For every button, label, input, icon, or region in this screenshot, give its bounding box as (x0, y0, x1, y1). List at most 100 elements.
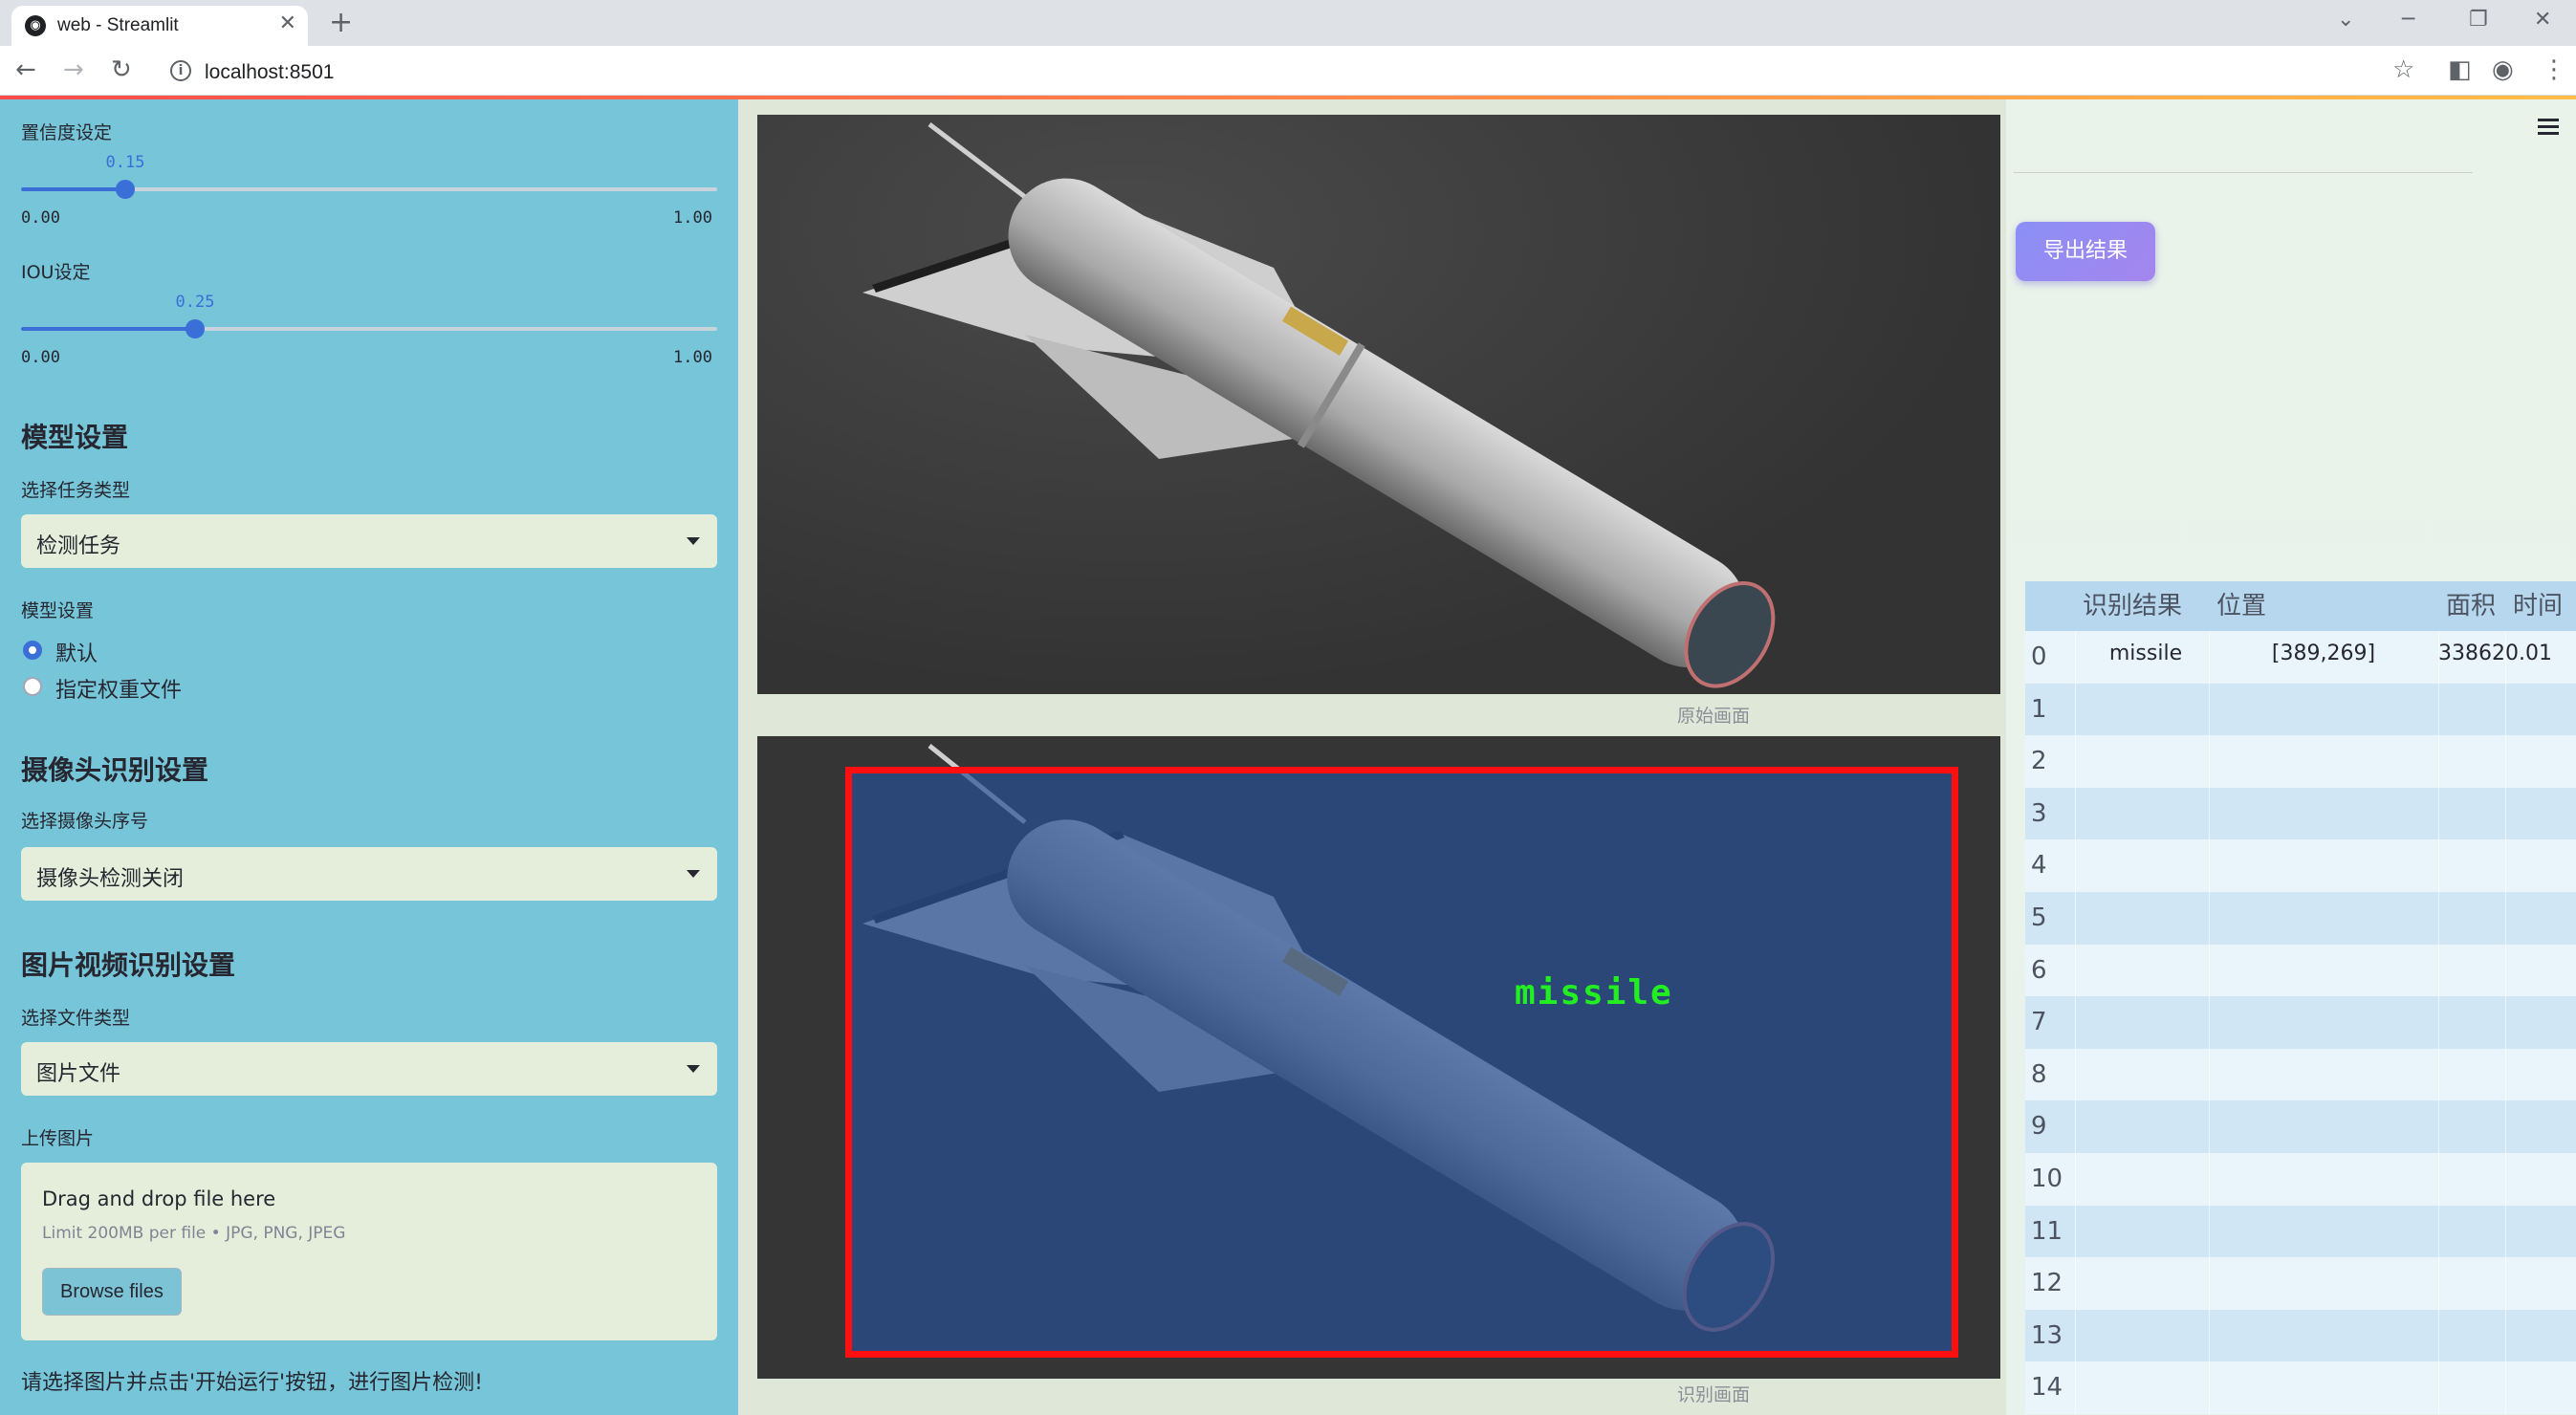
column-header[interactable]: 面积 (2438, 581, 2505, 631)
table-cell[interactable]: 0.01 (2505, 631, 2576, 677)
task-type-label: 选择任务类型 (21, 480, 131, 501)
column-separator (2209, 683, 2210, 736)
confidence-slider-thumb[interactable] (116, 180, 136, 199)
back-icon[interactable]: ← (15, 55, 36, 84)
iou-value: 0.25 (175, 293, 215, 312)
column-separator (2209, 735, 2210, 788)
column-separator (2075, 1309, 2076, 1362)
reload-icon[interactable]: ↻ (111, 55, 132, 84)
confidence-min: 0.00 (21, 208, 60, 228)
table-row[interactable]: 12 (2025, 1257, 2576, 1310)
iou-slider-thumb[interactable] (186, 319, 205, 338)
column-separator (2505, 944, 2506, 997)
address-bar[interactable]: i localhost:8501 (159, 54, 2368, 90)
table-row[interactable]: 10 (2025, 1153, 2576, 1206)
table-row[interactable]: 7 (2025, 996, 2576, 1049)
column-separator (2209, 996, 2210, 1049)
column-separator (2209, 1048, 2210, 1101)
table-row[interactable]: 13 (2025, 1309, 2576, 1362)
row-index: 2 (2031, 747, 2047, 776)
profile-avatar-icon[interactable]: ◉ (2492, 55, 2514, 84)
site-info-icon[interactable]: i (170, 60, 191, 81)
table-cell[interactable]: missile (2083, 631, 2209, 677)
column-separator (2505, 787, 2506, 840)
iou-slider[interactable] (21, 319, 717, 338)
column-separator (2505, 1100, 2506, 1153)
close-tab-icon[interactable]: ✕ (279, 11, 296, 35)
browser-tab[interactable]: ◉ web - Streamlit ✕ (11, 6, 308, 46)
column-header[interactable]: 位置 (2209, 581, 2438, 631)
column-separator (2505, 631, 2506, 684)
task-type-select[interactable]: 检测任务 (21, 514, 717, 568)
column-header[interactable]: 时间 (2505, 581, 2576, 631)
column-separator (2075, 944, 2076, 997)
column-separator (2209, 787, 2210, 840)
tab-search-icon[interactable]: ⌄ (2337, 8, 2354, 32)
side-panel-icon[interactable]: ◧ (2448, 55, 2472, 84)
table-row[interactable]: 0 missile[389,269]3386240.01 (2025, 631, 2576, 684)
column-separator (2075, 683, 2076, 736)
column-separator (2438, 1205, 2439, 1258)
table-header: 识别结果 位置 面积 时间 (2025, 581, 2576, 631)
iou-max: 1.00 (673, 348, 712, 367)
table-row[interactable]: 3 (2025, 787, 2576, 840)
table-cell[interactable]: [389,269] (2209, 631, 2438, 677)
column-separator (2505, 1048, 2506, 1101)
radio-unselected-icon[interactable] (23, 677, 42, 696)
column-header[interactable]: 识别结果 (2075, 581, 2201, 631)
confidence-max: 1.00 (673, 208, 712, 228)
row-index: 3 (2031, 798, 2047, 828)
row-index: 5 (2031, 903, 2047, 932)
column-separator (2075, 839, 2076, 892)
camera-select-value: 摄像头检测关闭 (36, 867, 185, 891)
column-separator (2075, 996, 2076, 1049)
table-row[interactable]: 11 (2025, 1205, 2576, 1258)
browse-files-button[interactable]: Browse files (42, 1268, 182, 1316)
close-window-icon[interactable]: ✕ (2534, 8, 2551, 32)
minimize-icon[interactable]: ─ (2402, 8, 2414, 32)
iou-slider-fill (21, 327, 195, 331)
file-type-select[interactable]: 图片文件 (21, 1042, 717, 1096)
media-settings-heading: 图片视频识别设置 (21, 949, 236, 981)
iou-label: IOU设定 (21, 262, 91, 283)
bookmark-star-icon[interactable]: ☆ (2392, 55, 2414, 84)
table-row[interactable]: 9 (2025, 1100, 2576, 1153)
column-separator (2438, 1309, 2439, 1362)
column-separator (2209, 892, 2210, 945)
confidence-slider-fill (21, 187, 126, 191)
camera-select[interactable]: 摄像头检测关闭 (21, 847, 717, 901)
bounding-box (845, 767, 1958, 1358)
column-separator (2438, 892, 2439, 945)
row-index: 8 (2031, 1059, 2047, 1089)
row-index: 14 (2031, 1373, 2063, 1403)
table-row[interactable]: 5 (2025, 892, 2576, 945)
original-image (757, 115, 2000, 694)
file-type-value: 图片文件 (36, 1062, 121, 1086)
table-row[interactable]: 1 (2025, 683, 2576, 736)
forward-icon[interactable]: → (63, 55, 84, 84)
confidence-slider[interactable] (21, 180, 717, 199)
row-index: 1 (2031, 694, 2047, 724)
column-separator (2209, 1309, 2210, 1362)
export-results-button[interactable]: 导出结果 (2016, 222, 2155, 281)
radio-selected-icon[interactable] (23, 641, 42, 660)
file-dropzone[interactable]: Drag and drop file here Limit 200MB per … (21, 1163, 717, 1340)
row-index: 11 (2031, 1216, 2063, 1246)
column-separator (2209, 839, 2210, 892)
chevron-down-icon (687, 537, 700, 545)
confidence-value: 0.15 (105, 153, 145, 172)
restore-icon[interactable]: ❐ (2469, 8, 2488, 32)
table-row[interactable]: 8 (2025, 1048, 2576, 1101)
table-row[interactable]: 14 (2025, 1361, 2576, 1414)
detection-image: missile (757, 736, 2000, 1379)
table-row[interactable]: 6 (2025, 944, 2576, 997)
hint-text: 请选择图片并点击'开始运行'按钮，进行图片检测! (21, 1371, 483, 1395)
new-tab-icon[interactable]: + (329, 6, 353, 39)
table-row[interactable]: 2 (2025, 735, 2576, 788)
table-row[interactable]: 4 (2025, 839, 2576, 892)
table-cell[interactable]: 338624 (2438, 631, 2505, 677)
hamburger-menu-icon[interactable] (2538, 119, 2559, 139)
chevron-down-icon (687, 870, 700, 878)
browser-menu-icon[interactable]: ⋮ (2542, 55, 2566, 84)
column-separator (2209, 1361, 2210, 1414)
